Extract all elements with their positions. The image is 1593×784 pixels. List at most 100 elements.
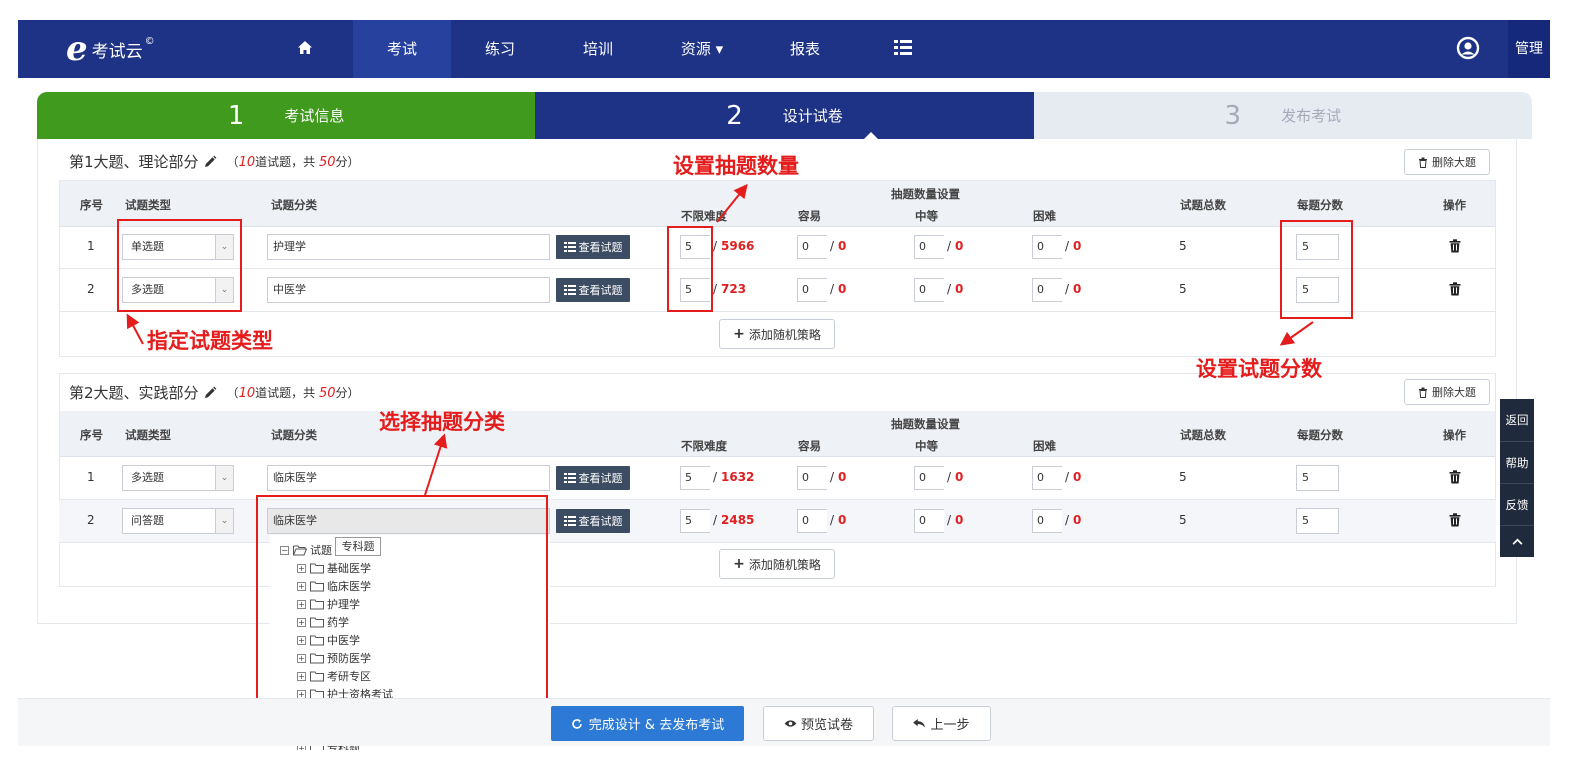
header-per: 每题分数	[1297, 198, 1343, 212]
question-type-select[interactable]: 多选题 ⌄	[122, 465, 234, 491]
add-strategy-button[interactable]: + 添加随机策略	[719, 319, 835, 349]
logo-e-icon: e	[66, 29, 88, 69]
category-field[interactable]: 护理学	[267, 234, 550, 260]
count-input[interactable]: 0	[797, 235, 827, 259]
chevron-down-icon: ⌄	[215, 509, 233, 533]
count-input[interactable]: 0	[914, 235, 944, 259]
header-total: 试题总数	[1180, 198, 1226, 212]
count-input[interactable]: 0	[914, 509, 944, 533]
scroll-top-button[interactable]	[1500, 525, 1534, 557]
count-input[interactable]: 5	[680, 466, 710, 490]
count-input[interactable]: 0	[797, 466, 827, 490]
slash-separator: /	[713, 282, 718, 296]
trash-icon[interactable]	[1449, 513, 1461, 527]
header-easy: 容易	[798, 439, 821, 453]
nav-reports[interactable]: 报表	[756, 20, 854, 78]
question-total: 5	[1179, 470, 1187, 484]
step-label: 考试信息	[284, 107, 345, 125]
count-input[interactable]: 0	[914, 466, 944, 490]
view-questions-button[interactable]: 查看试题	[556, 235, 630, 259]
add-strategy-button[interactable]: + 添加随机策略	[719, 549, 835, 579]
score-per-question-input[interactable]: 5	[1296, 508, 1339, 534]
count-input[interactable]: 0	[797, 509, 827, 533]
available-count: 0	[955, 282, 964, 296]
pencil-icon[interactable]	[203, 386, 217, 400]
count-input[interactable]: 0	[1032, 235, 1062, 259]
available-count: 2485	[721, 513, 755, 527]
nav-practice[interactable]: 练习	[451, 20, 549, 78]
annotation-count-label: 设置抽题数量	[673, 153, 799, 178]
header-unlimited: 不限难度	[681, 439, 727, 453]
available-count: 0	[955, 239, 964, 253]
logo[interactable]: e 考试云 ©	[66, 32, 155, 66]
available-count: 0	[1073, 282, 1082, 296]
pencil-icon[interactable]	[203, 155, 217, 169]
slash-separator: /	[830, 470, 835, 484]
admin-menu[interactable]: 管理	[1508, 20, 1550, 78]
available-count: 0	[1073, 513, 1082, 527]
count-input[interactable]: 0	[797, 278, 827, 302]
section-name: 第2大题、实践部分	[69, 384, 199, 402]
step-number: 1	[227, 100, 245, 131]
user-icon[interactable]	[1456, 36, 1480, 60]
side-help-button[interactable]: 帮助	[1500, 441, 1534, 483]
available-count: 0	[1073, 470, 1082, 484]
finish-design-button[interactable]: 完成设计 & 去发布考试	[551, 706, 744, 741]
count-input[interactable]: 0	[1032, 466, 1062, 490]
nav-training[interactable]: 培训	[549, 20, 647, 78]
header-op: 操作	[1443, 428, 1466, 442]
slash-separator: /	[1065, 239, 1070, 253]
preview-button[interactable]: 预览试卷	[763, 706, 874, 741]
trash-icon	[1419, 387, 1427, 398]
list-icon[interactable]	[894, 40, 912, 55]
view-questions-button[interactable]: 查看试题	[556, 509, 630, 533]
question-type-select[interactable]: 问答题 ⌄	[122, 508, 234, 534]
available-count: 0	[955, 470, 964, 484]
refresh-icon	[572, 718, 582, 729]
trash-icon[interactable]	[1449, 282, 1461, 296]
category-field[interactable]: 临床医学	[267, 465, 550, 491]
nav-resources[interactable]: 资源 ▾	[652, 20, 752, 78]
delete-section-button[interactable]: 删除大题	[1404, 149, 1490, 175]
header-seq: 序号	[80, 198, 103, 212]
category-field[interactable]: 中医学	[267, 277, 550, 303]
available-count: 0	[838, 239, 847, 253]
available-count: 0	[838, 470, 847, 484]
list-icon	[563, 242, 576, 252]
step-3[interactable]: 3 发布考试	[1033, 92, 1532, 139]
count-input[interactable]: 0	[914, 278, 944, 302]
section-title: 第2大题、实践部分 （10道试题，共 50分）	[69, 382, 360, 403]
slash-separator: /	[947, 239, 952, 253]
count-input[interactable]: 0	[1032, 509, 1062, 533]
view-questions-button[interactable]: 查看试题	[556, 466, 630, 490]
header-seq: 序号	[80, 428, 103, 442]
step-2[interactable]: 2 设计试卷	[535, 92, 1034, 139]
slash-separator: /	[713, 513, 718, 527]
step-label: 设计试卷	[782, 107, 843, 125]
trash-icon[interactable]	[1449, 470, 1461, 484]
count-input[interactable]: 5	[680, 509, 710, 533]
back-button[interactable]: 上一步	[892, 706, 991, 741]
annotation-score-label: 设置试题分数	[1196, 356, 1322, 381]
section-name: 第1大题、理论部分	[69, 153, 199, 171]
score-per-question-input[interactable]: 5	[1296, 465, 1339, 491]
slash-separator: /	[1065, 513, 1070, 527]
trash-icon[interactable]	[1449, 239, 1461, 253]
header-hard: 困难	[1033, 439, 1056, 453]
view-questions-button[interactable]: 查看试题	[556, 278, 630, 302]
delete-section-button[interactable]: 删除大题	[1404, 379, 1490, 405]
nav-exam[interactable]: 考试	[353, 20, 451, 78]
header-per: 每题分数	[1297, 428, 1343, 442]
side-return-button[interactable]: 返回	[1500, 399, 1534, 441]
step-label: 发布考试	[1281, 107, 1342, 125]
slash-separator: /	[1065, 470, 1070, 484]
home-icon[interactable]	[297, 40, 313, 56]
available-count: 0	[1073, 239, 1082, 253]
reply-icon	[913, 719, 926, 728]
side-feedback-button[interactable]: 反馈	[1500, 483, 1534, 525]
available-count: 0	[838, 513, 847, 527]
step-1[interactable]: 1 考试信息	[37, 92, 536, 139]
count-input[interactable]: 0	[1032, 278, 1062, 302]
question-total: 5	[1179, 239, 1187, 253]
question-total: 5	[1179, 513, 1187, 527]
